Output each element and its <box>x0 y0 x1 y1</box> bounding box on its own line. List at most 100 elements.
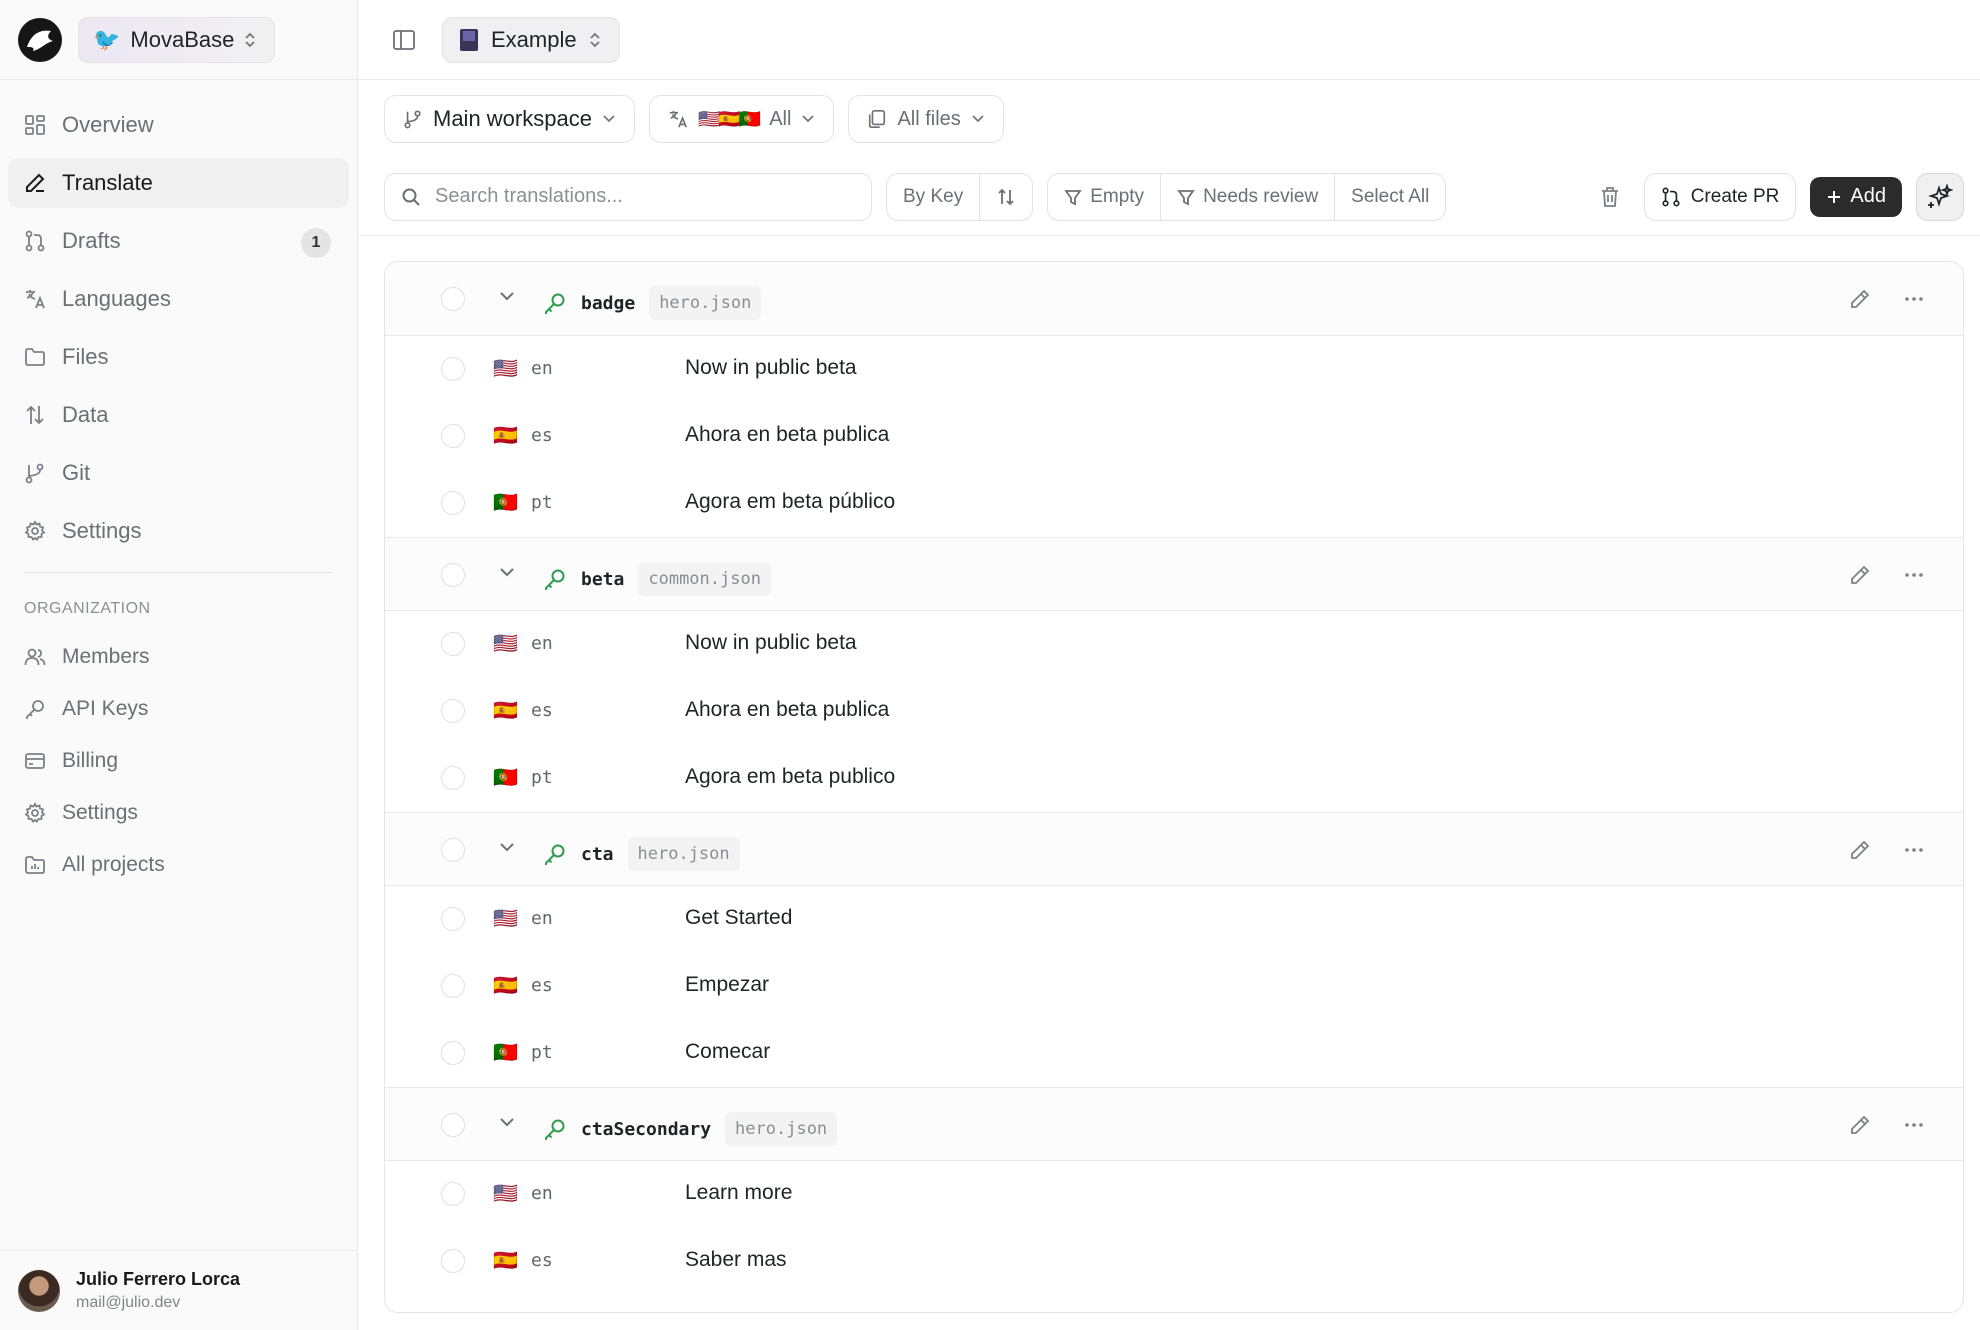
language-code: en <box>531 633 553 654</box>
more-options-icon[interactable] <box>1903 288 1925 310</box>
edit-icon[interactable] <box>1849 1114 1871 1136</box>
workspace-dropdown[interactable]: Main workspace <box>384 95 635 143</box>
nav-item-translate[interactable]: Translate <box>8 158 349 208</box>
translation-value[interactable]: Get Started <box>685 906 792 930</box>
language-code: es <box>531 1250 553 1271</box>
ai-assist-button[interactable] <box>1916 172 1964 221</box>
key-checkbox[interactable] <box>441 563 465 587</box>
key-group-header[interactable]: badge hero.json <box>385 262 1963 336</box>
needs-review-filter-button[interactable]: Needs review <box>1161 173 1336 220</box>
nav-item-members[interactable]: Members <box>8 635 349 679</box>
key-info: cta hero.json <box>543 837 740 871</box>
more-options-icon[interactable] <box>1903 564 1925 586</box>
translation-row[interactable]: 🇪🇸 es Ahora en beta publica <box>385 678 1963 745</box>
chevron-down-icon[interactable] <box>498 290 516 302</box>
translation-value[interactable]: Agora em beta publico <box>685 765 895 789</box>
row-checkbox[interactable] <box>441 424 465 448</box>
key-checkbox[interactable] <box>441 1113 465 1137</box>
translation-row[interactable]: 🇺🇸 en Learn more <box>385 1161 1963 1228</box>
row-checkbox[interactable] <box>441 632 465 656</box>
chevron-down-icon[interactable] <box>498 566 516 578</box>
project-selector[interactable]: Example <box>442 16 620 63</box>
translation-value[interactable]: Agora em beta público <box>685 490 895 514</box>
delete-button[interactable] <box>1590 173 1630 221</box>
file-chip: hero.json <box>627 837 740 871</box>
row-checkbox[interactable] <box>441 1182 465 1206</box>
row-checkbox[interactable] <box>441 357 465 381</box>
flag-icon: 🇪🇸 <box>493 700 518 722</box>
key-group-header[interactable]: ctaSecondary hero.json <box>385 1087 1963 1161</box>
translation-value[interactable]: Saber mas <box>685 1248 787 1272</box>
translation-row[interactable]: 🇪🇸 es Saber mas <box>385 1228 1963 1295</box>
flag-icon: 🇺🇸 <box>493 908 518 930</box>
translation-value[interactable]: Empezar <box>685 973 769 997</box>
nav-label: Overview <box>62 112 154 137</box>
translation-value[interactable]: Comecar <box>685 1040 770 1064</box>
translation-row[interactable]: 🇺🇸 en Now in public beta <box>385 611 1963 678</box>
flag-icon: 🇺🇸 <box>493 358 518 380</box>
row-checkbox[interactable] <box>441 766 465 790</box>
workspace-switcher[interactable]: 🐦 MovaBase <box>78 16 276 63</box>
files-filter-dropdown[interactable]: All files <box>848 95 1004 143</box>
translation-row[interactable]: 🇺🇸 en Now in public beta <box>385 336 1963 403</box>
toggle-sidebar-button[interactable] <box>384 20 424 60</box>
search-input[interactable] <box>435 185 835 208</box>
translation-row[interactable]: 🇵🇹 pt Agora em beta publico <box>385 745 1963 812</box>
add-button[interactable]: Add <box>1810 176 1902 217</box>
key-icon <box>543 567 567 591</box>
chevron-updown-icon <box>589 31 601 49</box>
translation-value[interactable]: Ahora en beta publica <box>685 698 889 722</box>
flag-icon: 🇺🇸 <box>493 1183 518 1205</box>
translation-value[interactable]: Learn more <box>685 1181 792 1205</box>
key-group-header[interactable]: cta hero.json <box>385 812 1963 886</box>
logo-icon[interactable] <box>18 17 62 62</box>
row-checkbox[interactable] <box>441 699 465 723</box>
row-checkbox[interactable] <box>441 1249 465 1273</box>
nav-item-overview[interactable]: Overview <box>8 100 349 150</box>
key-group-header[interactable]: beta common.json <box>385 537 1963 611</box>
nav-item-data[interactable]: Data <box>8 390 349 440</box>
chevron-down-icon[interactable] <box>498 841 516 853</box>
nav-item-org-settings[interactable]: Settings <box>8 791 349 835</box>
empty-filter-button[interactable]: Empty <box>1048 173 1162 220</box>
more-options-icon[interactable] <box>1903 1114 1925 1136</box>
translation-row[interactable]: 🇪🇸 es Ahora en beta publica <box>385 403 1963 470</box>
translation-row[interactable]: 🇵🇹 pt Agora em beta público <box>385 470 1963 537</box>
row-checkbox[interactable] <box>441 907 465 931</box>
nav-item-api-keys[interactable]: API Keys <box>8 687 349 731</box>
row-checkbox[interactable] <box>441 974 465 998</box>
edit-icon[interactable] <box>1849 288 1871 310</box>
key-checkbox[interactable] <box>441 287 465 311</box>
more-options-icon[interactable] <box>1903 839 1925 861</box>
nav-item-billing[interactable]: Billing <box>8 739 349 783</box>
edit-icon[interactable] <box>1849 564 1871 586</box>
sort-direction-button[interactable] <box>980 174 1032 220</box>
translation-value[interactable]: Now in public beta <box>685 631 857 655</box>
select-all-button[interactable]: Select All <box>1335 174 1445 220</box>
git-pull-icon <box>1661 187 1681 207</box>
translation-row[interactable]: 🇪🇸 es Empezar <box>385 953 1963 1020</box>
nav-item-drafts[interactable]: Drafts 1 <box>8 216 349 266</box>
row-checkbox[interactable] <box>441 1041 465 1065</box>
nav-item-all-projects[interactable]: All projects <box>8 843 349 887</box>
sort-by-key-button[interactable]: By Key <box>887 173 981 220</box>
create-pr-button[interactable]: Create PR <box>1643 172 1797 221</box>
nav-item-git[interactable]: Git <box>8 448 349 498</box>
chevron-down-icon[interactable] <box>498 1116 516 1128</box>
translation-value[interactable]: Ahora en beta publica <box>685 423 889 447</box>
trash-icon <box>1600 186 1620 208</box>
translation-value[interactable]: Now in public beta <box>685 356 857 380</box>
key-checkbox[interactable] <box>441 838 465 862</box>
row-checkbox[interactable] <box>441 491 465 515</box>
translation-row[interactable]: 🇺🇸 en Get Started <box>385 886 1963 953</box>
nav-item-settings[interactable]: Settings <box>8 506 349 556</box>
nav-label: Languages <box>62 286 171 311</box>
edit-icon[interactable] <box>1849 839 1871 861</box>
nav-item-languages[interactable]: Languages <box>8 274 349 324</box>
user-profile[interactable]: Julio Ferrero Lorca mail@julio.dev <box>0 1250 357 1330</box>
search-box[interactable] <box>384 172 872 221</box>
user-email: mail@julio.dev <box>76 1294 181 1311</box>
language-filter-dropdown[interactable]: 🇺🇸🇪🇸🇵🇹 All <box>648 95 835 143</box>
nav-item-files[interactable]: Files <box>8 332 349 382</box>
translation-row[interactable]: 🇵🇹 pt Comecar <box>385 1020 1963 1087</box>
